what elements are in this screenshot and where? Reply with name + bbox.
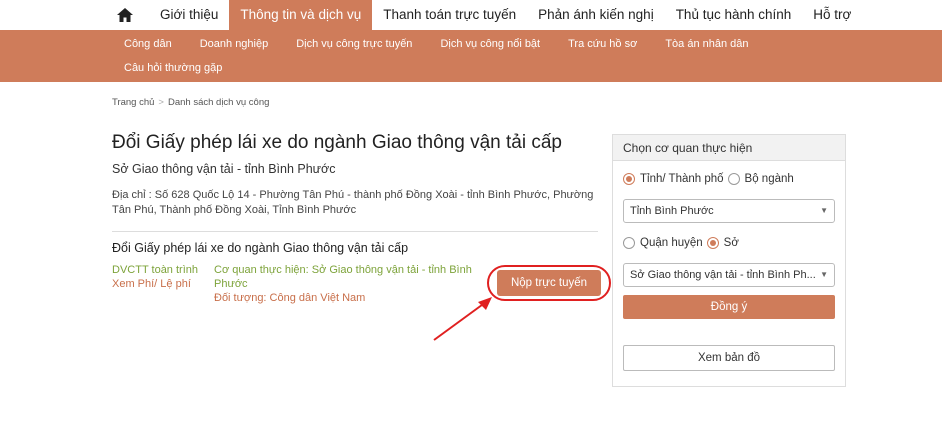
breadcrumb: Trang chủ > Danh sách dịch vụ công (112, 97, 269, 108)
agency-address: Địa chỉ : Số 628 Quốc Lộ 14 - Phường Tân… (112, 189, 594, 216)
nav-item-ho-tro[interactable]: Hỗ trợ (802, 0, 862, 30)
subnav-tra-cuu-ho-so[interactable]: Tra cứu hồ sơ (568, 38, 637, 50)
nav-item-gioi-thieu[interactable]: Giới thiệu (149, 0, 229, 30)
nav-item-phan-anh[interactable]: Phản ánh kiến nghị (527, 0, 665, 30)
radio-district-label: Quận huyện (640, 237, 703, 249)
annotation-arrow-icon (433, 297, 492, 341)
subnav-dvc-truc-tuyen[interactable]: Dịch vụ công trực tuyến (296, 38, 412, 50)
department-select-value: Sở Giao thông vận tải - tỉnh Bình Ph... (630, 269, 816, 281)
page-title: Đổi Giấy phép lái xe do ngành Giao thông… (112, 132, 562, 153)
service-agency: Cơ quan thực hiện: Sở Giao thông vận tải… (214, 264, 472, 290)
service-level: DVCTT toàn trình (112, 264, 198, 276)
nav-item-thong-tin-dich-vu[interactable]: Thông tin và dịch vụ (229, 0, 373, 30)
breadcrumb-home[interactable]: Trang chủ (112, 97, 154, 108)
agency-name: Sở Giao thông vận tải - tỉnh Bình Phước (112, 162, 336, 176)
subnav-dvc-noi-bat[interactable]: Dịch vụ công nổi bật (440, 38, 540, 50)
subnav-toa-an[interactable]: Tòa án nhân dân (665, 38, 748, 50)
agency-selector-panel: Chọn cơ quan thực hiện Tỉnh/ Thành phố B… (612, 134, 846, 387)
divider (112, 231, 598, 232)
nav-item-thu-tuc[interactable]: Thủ tục hành chính (665, 0, 803, 30)
breadcrumb-separator: > (158, 97, 164, 108)
view-map-button[interactable]: Xem bản đồ (623, 345, 835, 371)
service-meta: DVCTT toàn trình Xem Phí/ Lệ phí (112, 263, 214, 305)
province-select-value: Tỉnh Bình Phước (630, 205, 714, 217)
service-row: DVCTT toàn trình Xem Phí/ Lệ phí Cơ quan… (112, 263, 611, 305)
submit-online-button[interactable]: Nộp trực tuyến (496, 270, 602, 296)
nav-item-thanh-toan[interactable]: Thanh toán trực tuyến (372, 0, 527, 30)
subnav-doanh-nghiep[interactable]: Doanh nghiệp (200, 38, 269, 50)
top-navigation: Giới thiệu Thông tin và dịch vụ Thanh to… (0, 0, 942, 30)
agree-button[interactable]: Đồng ý (623, 295, 835, 319)
chevron-down-icon: ▼ (820, 270, 828, 279)
subnav-cong-dan[interactable]: Công dân (124, 38, 172, 50)
sub-navigation: Công dân Doanh nghiệp Dịch vụ công trực … (0, 30, 942, 82)
radio-province-label: Tỉnh/ Thành phố (640, 173, 724, 185)
highlight-circle: Nộp trực tuyến (487, 265, 611, 301)
radio-province[interactable] (623, 173, 635, 185)
service-detail: Đổi Giấy phép lái xe do ngành Giao thông… (112, 132, 611, 305)
scope-radio-group: Tỉnh/ Thành phố Bộ ngành (613, 171, 845, 187)
home-icon[interactable] (115, 5, 135, 25)
chevron-down-icon: ▼ (820, 206, 828, 215)
radio-ministry-label: Bộ ngành (744, 173, 794, 185)
subnav-cau-hoi[interactable]: Câu hỏi thường gặp (124, 62, 222, 74)
radio-ministry[interactable] (727, 173, 740, 185)
panel-title: Chọn cơ quan thực hiện (613, 135, 845, 161)
department-select[interactable]: Sở Giao thông vận tải - tỉnh Bình Ph... … (623, 263, 835, 287)
radio-department[interactable] (706, 237, 719, 249)
radio-department-label: Sở (723, 237, 739, 249)
radio-district[interactable] (623, 237, 635, 249)
service-title: Đổi Giấy phép lái xe do ngành Giao thông… (112, 241, 409, 255)
breadcrumb-current: Danh sách dịch vụ công (167, 97, 270, 108)
level-radio-group: Quận huyện Sở (613, 235, 845, 251)
province-select[interactable]: Tỉnh Bình Phước ▼ (623, 199, 835, 223)
fee-link[interactable]: Xem Phí/ Lệ phí (112, 277, 214, 291)
